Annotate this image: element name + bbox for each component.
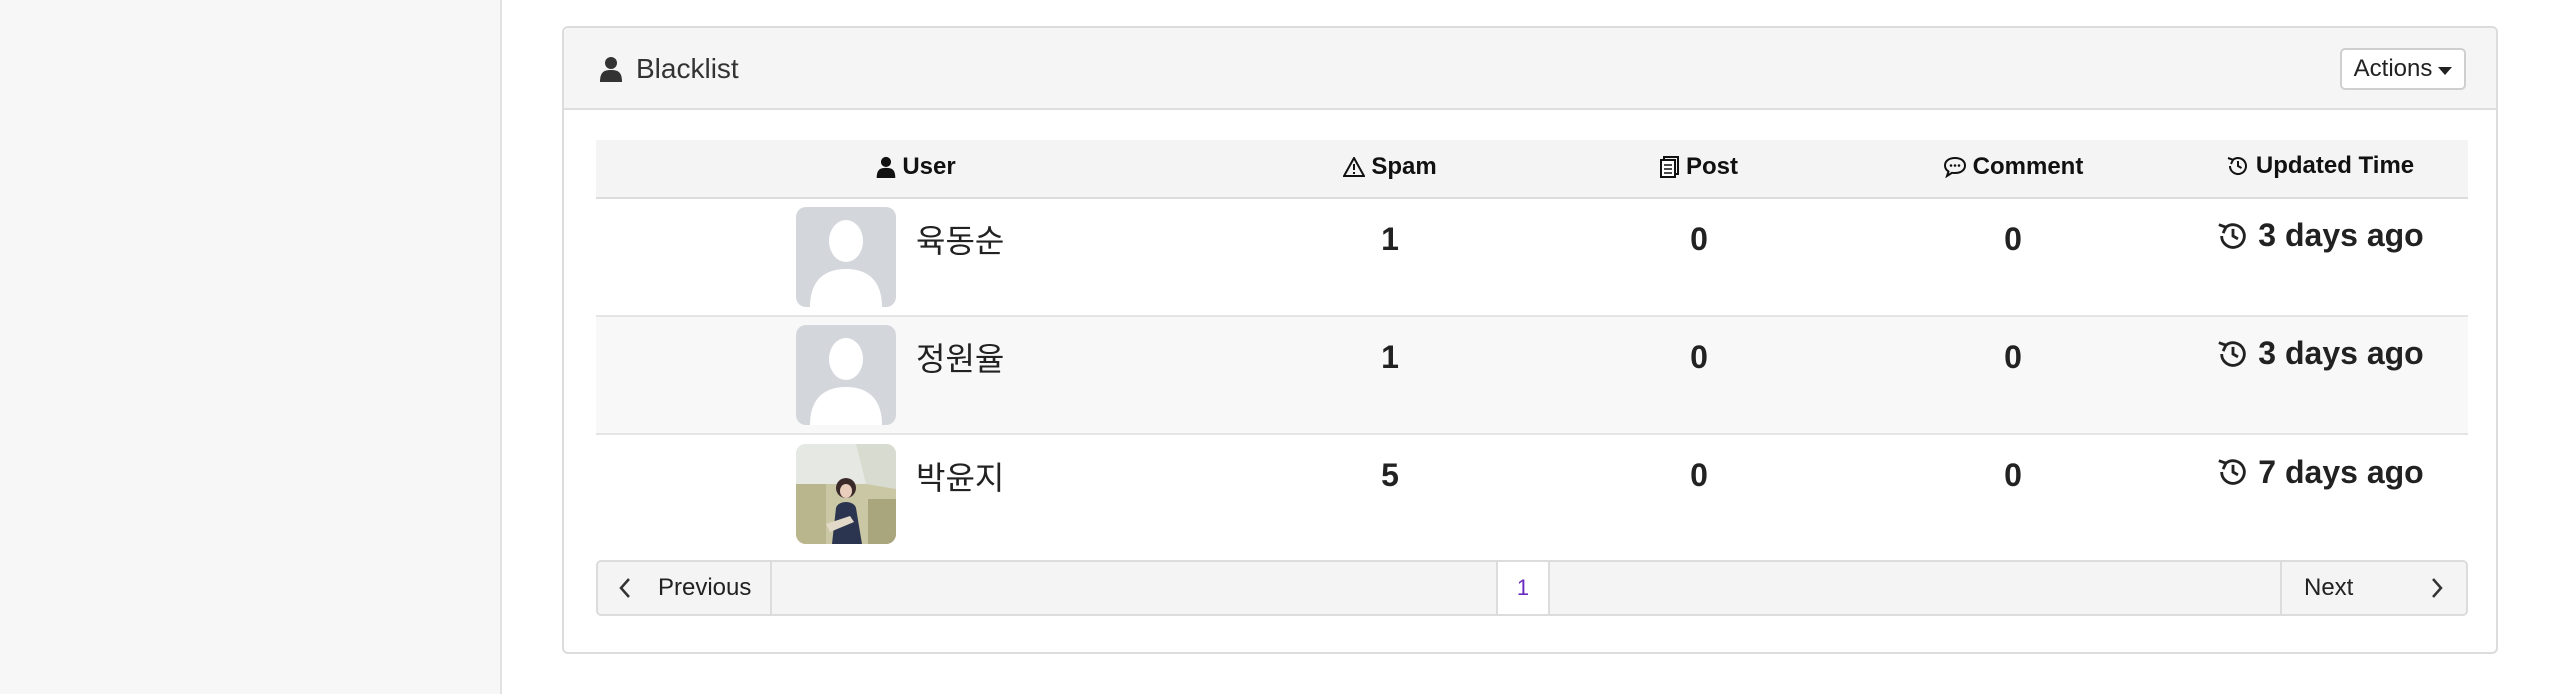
post-count: 0: [1690, 457, 1708, 493]
actions-dropdown-button[interactable]: Actions: [2340, 48, 2466, 90]
left-sidebar: [0, 0, 502, 694]
blacklist-panel: Blacklist Actions User Spam Post Comment…: [562, 26, 2498, 654]
table-header-row: User Spam Post Comment Updated Time: [596, 140, 2468, 199]
user-icon: [877, 156, 896, 178]
spam-count: 1: [1236, 198, 1544, 317]
table-row[interactable]: 박윤지 5 0 0 7 days ago: [596, 434, 2468, 552]
panel-title: Blacklist: [600, 28, 739, 110]
table-row[interactable]: 육동순 1 0 0 3 days ago: [596, 198, 2468, 317]
history-icon: [2218, 223, 2247, 249]
default-avatar-icon[interactable]: [796, 207, 896, 307]
chevron-left-icon: [619, 578, 630, 598]
updated-time: 3 days ago: [2172, 316, 2468, 435]
blacklist-table: User Spam Post Comment Updated Time 육동순 …: [596, 140, 2468, 552]
history-icon: [2227, 157, 2247, 175]
user-icon: [600, 57, 622, 82]
comment-count: 0: [1854, 316, 2172, 435]
chevron-right-icon: [2432, 578, 2443, 598]
previous-label: Previous: [658, 574, 752, 601]
comment-count: 0: [2004, 457, 2022, 493]
table-row[interactable]: 정원율 1 0 0 3 days ago: [596, 316, 2468, 435]
comment-icon: [1943, 156, 1966, 178]
spam-count: 1: [1236, 316, 1544, 435]
updated-time: 7 days ago: [2172, 434, 2468, 552]
header-post[interactable]: Post: [1544, 140, 1854, 199]
default-avatar-icon[interactable]: [796, 325, 896, 425]
panel-header: Blacklist Actions: [564, 28, 2496, 110]
document-icon: [1659, 155, 1679, 178]
next-label: Next: [2304, 574, 2354, 601]
user-photo-avatar[interactable]: [796, 443, 896, 544]
post-count: 0: [1544, 198, 1854, 317]
header-user[interactable]: User: [596, 140, 1236, 199]
comment-count: 0: [1854, 198, 2172, 317]
header-comment[interactable]: Comment: [1854, 140, 2172, 199]
header-spam[interactable]: Spam: [1236, 140, 1544, 199]
updated-time: 3 days ago: [2172, 198, 2468, 317]
next-page-button[interactable]: Next: [2280, 562, 2466, 614]
user-cell: 육동순: [596, 198, 1236, 317]
page-link-1[interactable]: 1: [1496, 562, 1550, 614]
post-count: 0: [1544, 316, 1854, 435]
user-cell: 박윤지: [596, 434, 1236, 552]
user-name[interactable]: 육동순: [916, 216, 1004, 262]
warning-icon: [1343, 157, 1366, 177]
panel-title-text: Blacklist: [636, 53, 739, 84]
user-cell: 정원율: [596, 316, 1236, 435]
user-name[interactable]: 정원율: [916, 334, 1004, 380]
previous-page-button[interactable]: Previous: [598, 562, 772, 614]
user-name[interactable]: 박윤지: [916, 453, 1004, 499]
spam-count: 5: [1381, 457, 1399, 493]
actions-label: Actions: [2353, 55, 2433, 82]
history-icon: [2218, 341, 2247, 367]
history-icon: [2218, 459, 2247, 486]
pagination: Previous 1 Next: [596, 560, 2468, 616]
header-updated-time[interactable]: Updated Time: [2172, 140, 2468, 199]
caret-down-icon: [2438, 66, 2453, 75]
